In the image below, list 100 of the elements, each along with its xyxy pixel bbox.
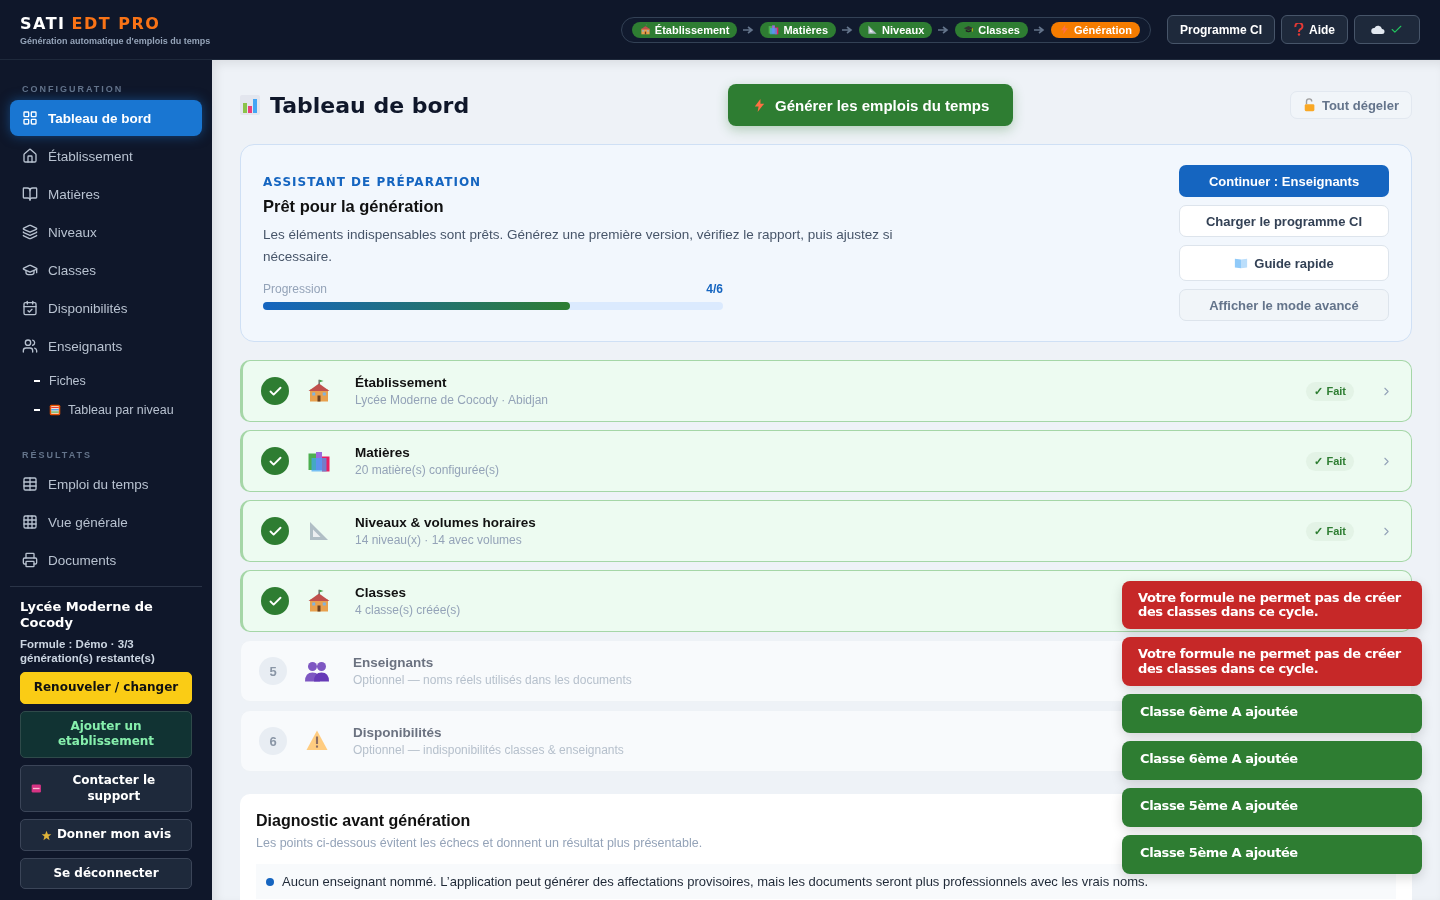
unfreeze-button[interactable]: Tout dégeler xyxy=(1289,91,1412,119)
check-circle-icon xyxy=(261,517,289,545)
abacus-icon xyxy=(49,403,61,416)
sidebar-button[interactable]: Donner mon avis xyxy=(20,819,192,851)
diagnostic-title: Diagnostic avant génération xyxy=(256,812,471,830)
step-subtitle: 4 classe(s) créée(s) xyxy=(355,603,461,617)
printer-icon xyxy=(22,552,38,568)
assistant-button[interactable]: Charger le programme CI xyxy=(1179,205,1389,237)
error-toast: Votre formule ne permet pas de créer des classes dans ce cycle. xyxy=(1122,637,1422,686)
step-chip[interactable]: Classes xyxy=(955,21,1028,38)
sidebar-item[interactable]: Établissement xyxy=(10,138,202,174)
sidebar-subitem[interactable]: Fiches xyxy=(10,366,202,395)
graduation-cap-icon xyxy=(963,24,975,35)
books-icon xyxy=(307,449,331,473)
people-icon xyxy=(305,659,329,683)
school-icon xyxy=(307,589,331,613)
step-subtitle: 14 niveau(x) · 14 avec volumes xyxy=(355,533,522,547)
sidebar-item[interactable]: Matières xyxy=(10,176,202,212)
grid-icon xyxy=(22,514,38,530)
sidebar-item[interactable]: Enseignants xyxy=(10,328,202,364)
arrow-icon xyxy=(1033,25,1045,34)
progress-value: 4/6 xyxy=(706,282,723,296)
triangle-ruler-icon xyxy=(307,519,331,543)
sidebar-button[interactable]: Contacter le support xyxy=(20,765,192,813)
assistant-eyebrow: ASSISTANT DE PRÉPARATION xyxy=(263,175,483,189)
error-toast: Votre formule ne permet pas de créer des classes dans ce cycle. xyxy=(1122,580,1422,630)
dash-icon xyxy=(34,408,40,411)
triangle-ruler-icon xyxy=(867,24,879,35)
sidebar-button[interactable]: Renouveler / changer xyxy=(20,672,192,704)
sidebar-item[interactable]: Vue générale xyxy=(10,504,202,540)
success-toast: Classe 6ème A ajoutée xyxy=(1122,741,1422,780)
sidebar-item[interactable]: Classes xyxy=(10,252,202,288)
generate-button[interactable]: Générer les emplois du temps xyxy=(728,84,1014,126)
page-title: Tableau de bord xyxy=(240,92,728,118)
graduation-cap-icon xyxy=(22,262,38,278)
arrow-icon xyxy=(842,25,854,34)
arrow-icon xyxy=(743,25,755,34)
step-subtitle: Lycée Moderne de Cocody · Abidjan xyxy=(355,393,548,407)
diagnostic-subtitle: Les points ci-dessous évitent les échecs et donnent un résultat plus présentable. xyxy=(256,836,704,850)
section-title: CONFIGURATION xyxy=(21,83,125,96)
plan-info: Formule : Démo · 3/3 génération(s) restante(s) xyxy=(20,636,156,666)
assistant-button[interactable]: Continuer : Enseignants xyxy=(1179,165,1389,197)
sidebar-item[interactable]: Emploi du temps xyxy=(10,466,202,502)
sos-icon xyxy=(31,783,42,795)
school-icon xyxy=(639,24,651,35)
dash-icon xyxy=(34,379,40,382)
warning-icon xyxy=(305,729,329,753)
program-button[interactable]: Programme CI xyxy=(1166,15,1275,44)
sync-status-button[interactable] xyxy=(1354,15,1420,44)
bar-chart-icon xyxy=(240,95,260,115)
step-card[interactable]: Établissement Lycée Moderne de Cocody · Abidjan ✓ Fait xyxy=(240,360,1412,422)
book-icon xyxy=(22,186,38,202)
arrow-icon xyxy=(938,25,950,34)
assistant-button[interactable]: Afficher le mode avancé xyxy=(1179,289,1389,321)
diagnostic-text: Aucun enseignant nommé. L’application peut générer des affectations provisoires, mais les documents seront plus professionnels avec les vrais noms. xyxy=(282,874,1149,889)
step-card[interactable]: Matières 20 matière(s) configurée(s) ✓ Fait xyxy=(240,430,1412,492)
check-circle-icon xyxy=(261,377,289,405)
school-name: Lycée Moderne de Cocody xyxy=(20,599,154,632)
sidebar-item[interactable]: Documents xyxy=(10,542,202,578)
star-icon xyxy=(40,829,52,841)
status-badge: ✓ Fait xyxy=(1306,381,1354,401)
sidebar-item[interactable]: Niveaux xyxy=(10,214,202,250)
step-card[interactable]: Niveaux & volumes horaires 14 niveau(x) · 14 avec volumes ✓ Fait xyxy=(240,500,1412,562)
section-title: RÉSULTATS xyxy=(21,449,93,462)
step-title: Matières xyxy=(355,445,410,460)
step-subtitle: Optionnel — noms réels utilisés dans les documents xyxy=(353,673,632,687)
sidebar-subitem[interactable]: Tableau par niveau xyxy=(10,395,202,424)
sidebar-button[interactable]: Se déconnecter xyxy=(20,857,192,890)
dashboard-icon xyxy=(22,110,38,126)
status-badge: ✓ Fait xyxy=(1306,521,1354,541)
step-title: Niveaux & volumes horaires xyxy=(355,515,536,530)
step-number: 5 xyxy=(259,657,287,685)
layers-icon xyxy=(22,224,38,240)
assistant-button[interactable]: Guide rapide xyxy=(1179,245,1389,281)
status-badge: ✓ Fait xyxy=(1306,451,1354,471)
question-mark-icon xyxy=(1294,23,1304,36)
step-number: 6 xyxy=(259,727,287,755)
app-logo: SATI EDT PRO xyxy=(20,13,162,33)
step-chip[interactable]: Établissement xyxy=(631,21,738,38)
step-title: Classes xyxy=(355,585,407,600)
step-subtitle: Optionnel — indisponibilités classes & enseignants xyxy=(353,743,624,757)
sidebar-item[interactable]: Disponibilités xyxy=(10,290,202,326)
assistant-title: Prêt pour la génération xyxy=(263,197,445,216)
assistant-text: Les éléments indispensables sont prêts. Générez une première version, vérifiez le rapport, puis ajustez si nécessaire. xyxy=(263,226,894,266)
cloud-icon xyxy=(1371,24,1385,35)
step-chip[interactable]: Matières xyxy=(760,21,837,38)
success-toast: Classe 5ème A ajoutée xyxy=(1122,788,1422,827)
unlocked-padlock-icon xyxy=(1302,98,1317,112)
sidebar-item[interactable]: Tableau de bord xyxy=(10,100,202,136)
table-icon xyxy=(22,476,38,492)
school-icon xyxy=(307,379,331,403)
success-toast: Classe 5ème A ajoutée xyxy=(1122,835,1422,874)
step-subtitle: 20 matière(s) configurée(s) xyxy=(355,463,500,477)
progress-label: Progression xyxy=(263,282,328,296)
house-icon xyxy=(22,148,38,164)
step-chip[interactable]: Niveaux xyxy=(859,21,933,38)
open-book-icon xyxy=(1234,256,1249,270)
sidebar-button[interactable]: Ajouter un etablissement xyxy=(20,710,192,759)
check-circle-icon xyxy=(261,587,289,615)
help-button[interactable]: Aide xyxy=(1281,15,1348,44)
